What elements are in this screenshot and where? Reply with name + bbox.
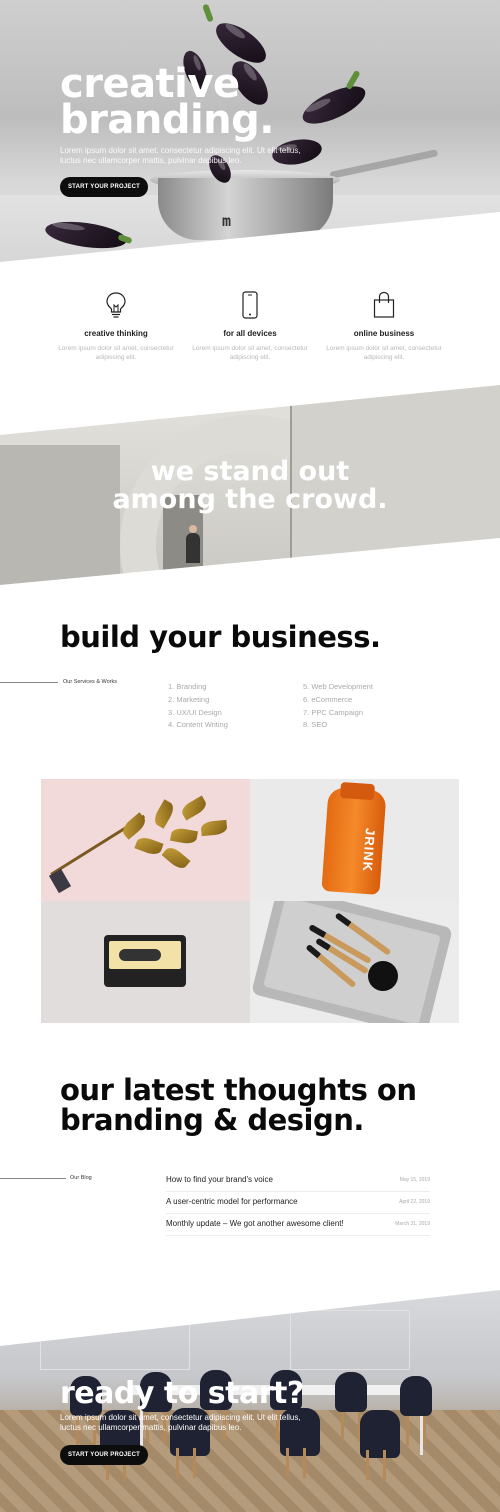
blog-post-row[interactable]: A user-centric model for performance Apr… [166,1192,430,1214]
blog-post-title[interactable]: How to find your brand's voice [166,1175,273,1184]
service-item[interactable]: 4. Content Writing [168,719,228,732]
gallery-tile-juice-bottle[interactable]: JRINK [250,779,459,901]
gallery-tile-gold-leaves[interactable] [41,779,250,901]
leaf-image [151,799,177,829]
blog-post-date: March 31, 2019 [395,1221,430,1227]
services-list-left: 1. Branding 2. Marketing 3. UX/UI Design… [168,681,228,732]
blog-post-row[interactable]: How to find your brand's voice May 15, 2… [166,1170,430,1192]
gallery-tile-cassette[interactable] [41,901,250,1023]
feature-text: Lorem ipsum dolor sit amet, consectetur … [192,345,308,361]
leaf-image [161,844,191,872]
service-item[interactable]: 8. SEO [303,719,373,732]
feature-creative-thinking: creative thinking Lorem ipsum dolor sit … [56,291,176,362]
service-item[interactable]: 3. UX/UI Design [168,707,228,720]
feature-for-all-devices: for all devices Lorem ipsum dolor sit am… [190,291,310,362]
bottle-cap [339,781,376,801]
blog-title: our latest thoughts on branding & design… [60,1075,417,1135]
hero-text: Lorem ipsum dolor sit amet, consectetur … [60,146,301,165]
leaf-image [179,795,209,821]
feature-title: for all devices [223,329,277,338]
blog-title-line: our latest thoughts on [60,1073,417,1107]
services-label: Our Services & Works [63,679,117,685]
standout-title: we stand out among the crowd. [0,458,500,514]
divider-line [0,1178,66,1179]
leaf-image [169,826,199,846]
blog-post-title[interactable]: A user-centric model for performance [166,1197,298,1206]
start-project-button[interactable]: START YOUR PROJECT [60,177,148,197]
divider-line [0,682,58,683]
cassette-window [119,949,161,961]
blog-post-title[interactable]: Monthly update – We got another awesome … [166,1219,344,1228]
leaf-image [200,819,228,837]
blog-label: Our Blog [70,1175,92,1181]
bottle-label: JRINK [359,827,378,873]
powder-pot-image [368,961,398,991]
feature-online-business: online business Lorem ipsum dolor sit am… [324,291,444,362]
feature-title: online business [353,329,415,338]
hero-title: creative branding. [60,64,360,143]
leaf-image [134,834,164,858]
service-item[interactable]: 5. Web Development [303,681,373,694]
feature-text: Lorem ipsum dolor sit amet, consectetur … [326,345,442,361]
standout-title-line: we stand out [150,456,350,487]
services-list-right: 5. Web Development 6. eCommerce 7. PPC C… [303,681,373,732]
service-item[interactable]: 6. eCommerce [303,694,373,707]
blog-post-row[interactable]: Monthly update – We got another awesome … [166,1214,430,1236]
blog-post-date: April 22, 2019 [399,1199,430,1205]
standout-title-line: among the crowd. [112,484,388,515]
feature-text: Lorem ipsum dolor sit amet, consectetur … [58,345,174,361]
service-item[interactable]: 2. Marketing [168,694,228,707]
blog-post-date: May 15, 2019 [399,1177,430,1183]
service-item[interactable]: 1. Branding [168,681,228,694]
bottle-image: JRINK [321,781,387,895]
cta-title: ready to start? [60,1376,304,1411]
service-item[interactable]: 7. PPC Campaign [303,707,373,720]
blog-title-line: branding & design. [60,1103,364,1137]
hero-title-line: branding. [60,97,274,143]
clip-image [48,868,72,894]
cassette-image [104,935,186,987]
smartphone-icon [242,291,258,319]
start-project-button[interactable]: START YOUR PROJECT [60,1445,148,1465]
lightbulb-icon [106,292,126,318]
feature-title: creative thinking [84,329,148,338]
cta-text: Lorem ipsum dolor sit amet, consectetur … [60,1413,301,1432]
shopping-bag-icon [373,291,395,318]
gallery-tile-makeup-tray[interactable] [250,901,459,1023]
business-title: build your business. [60,620,381,654]
